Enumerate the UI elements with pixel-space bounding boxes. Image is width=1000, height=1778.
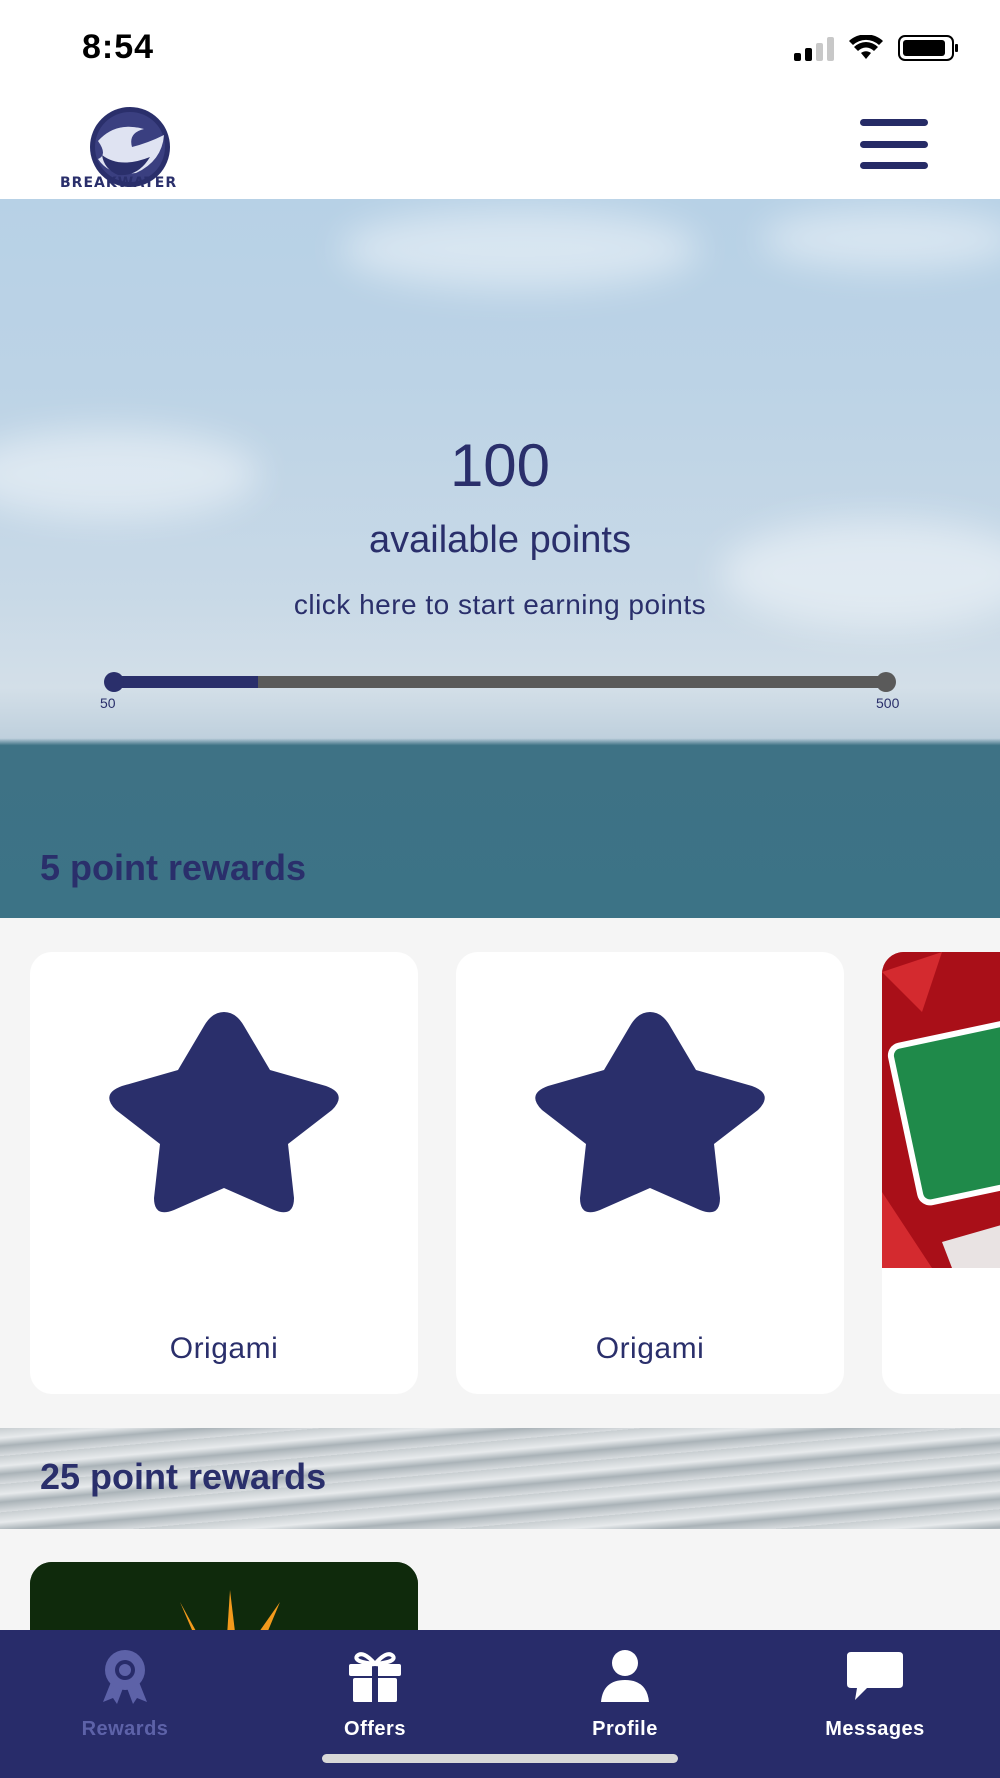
progress-max-label: 500 [876, 695, 900, 711]
signal-icon [794, 35, 834, 61]
reward-card[interactable]: Origami [456, 952, 844, 1394]
tab-label: Messages [825, 1718, 925, 1740]
rewards-carousel[interactable]: Origami Origami [0, 918, 1000, 1428]
menu-icon-line [860, 162, 928, 169]
tab-messages[interactable]: Messages [750, 1630, 1000, 1750]
star-icon [535, 1012, 765, 1213]
ribbon-icon [103, 1650, 147, 1704]
section-title: 5 point rewards [40, 847, 307, 888]
reward-card-label: Origami [169, 1332, 279, 1365]
progress-fill [110, 676, 259, 688]
tab-label: Profile [592, 1718, 658, 1740]
progress-min-label: 50 [100, 695, 116, 711]
section-title: 25 point rewards [40, 1456, 327, 1497]
points-hero: 100 available points click here to start… [0, 199, 1000, 918]
gift-icon [349, 1652, 401, 1702]
wifi-icon [849, 35, 883, 59]
start-earning-link[interactable]: click here to start earning points [0, 589, 1000, 621]
person-icon [601, 1650, 649, 1702]
sky-cloud [340, 209, 700, 289]
app-header: BREAKWATER [0, 95, 1000, 199]
star-icon [109, 1012, 339, 1213]
logo-text: BREAKWATER [60, 175, 178, 191]
menu-icon-line [860, 119, 928, 126]
menu-icon-line [860, 140, 928, 148]
progress-start-knob [104, 672, 124, 692]
home-indicator [322, 1754, 678, 1763]
status-bar: 8:54 [0, 0, 1000, 95]
tab-offers[interactable]: Offers [250, 1630, 500, 1750]
sky-cloud [760, 209, 1000, 269]
reward-image [882, 952, 1000, 1268]
section-header-25: 25 point rewards [0, 1428, 1000, 1529]
available-points-label: available points [369, 519, 631, 561]
points-progress-bar [104, 672, 896, 692]
status-icons [794, 34, 960, 62]
tab-profile[interactable]: Profile [500, 1630, 750, 1750]
available-points-value: 100 [449, 432, 551, 499]
tab-rewards[interactable]: Rewards [0, 1630, 250, 1750]
chat-icon [847, 1652, 903, 1700]
tab-label: Rewards [81, 1718, 169, 1740]
reward-card[interactable]: Origami [30, 952, 418, 1394]
progress-end-knob [876, 672, 896, 692]
status-time: 8:54 [82, 28, 155, 66]
hamburger-menu-button[interactable] [860, 119, 928, 169]
tab-label: Offers [344, 1718, 406, 1740]
reward-card[interactable] [882, 952, 1000, 1394]
reward-card-label: Origami [595, 1332, 705, 1365]
battery-icon [898, 35, 958, 61]
